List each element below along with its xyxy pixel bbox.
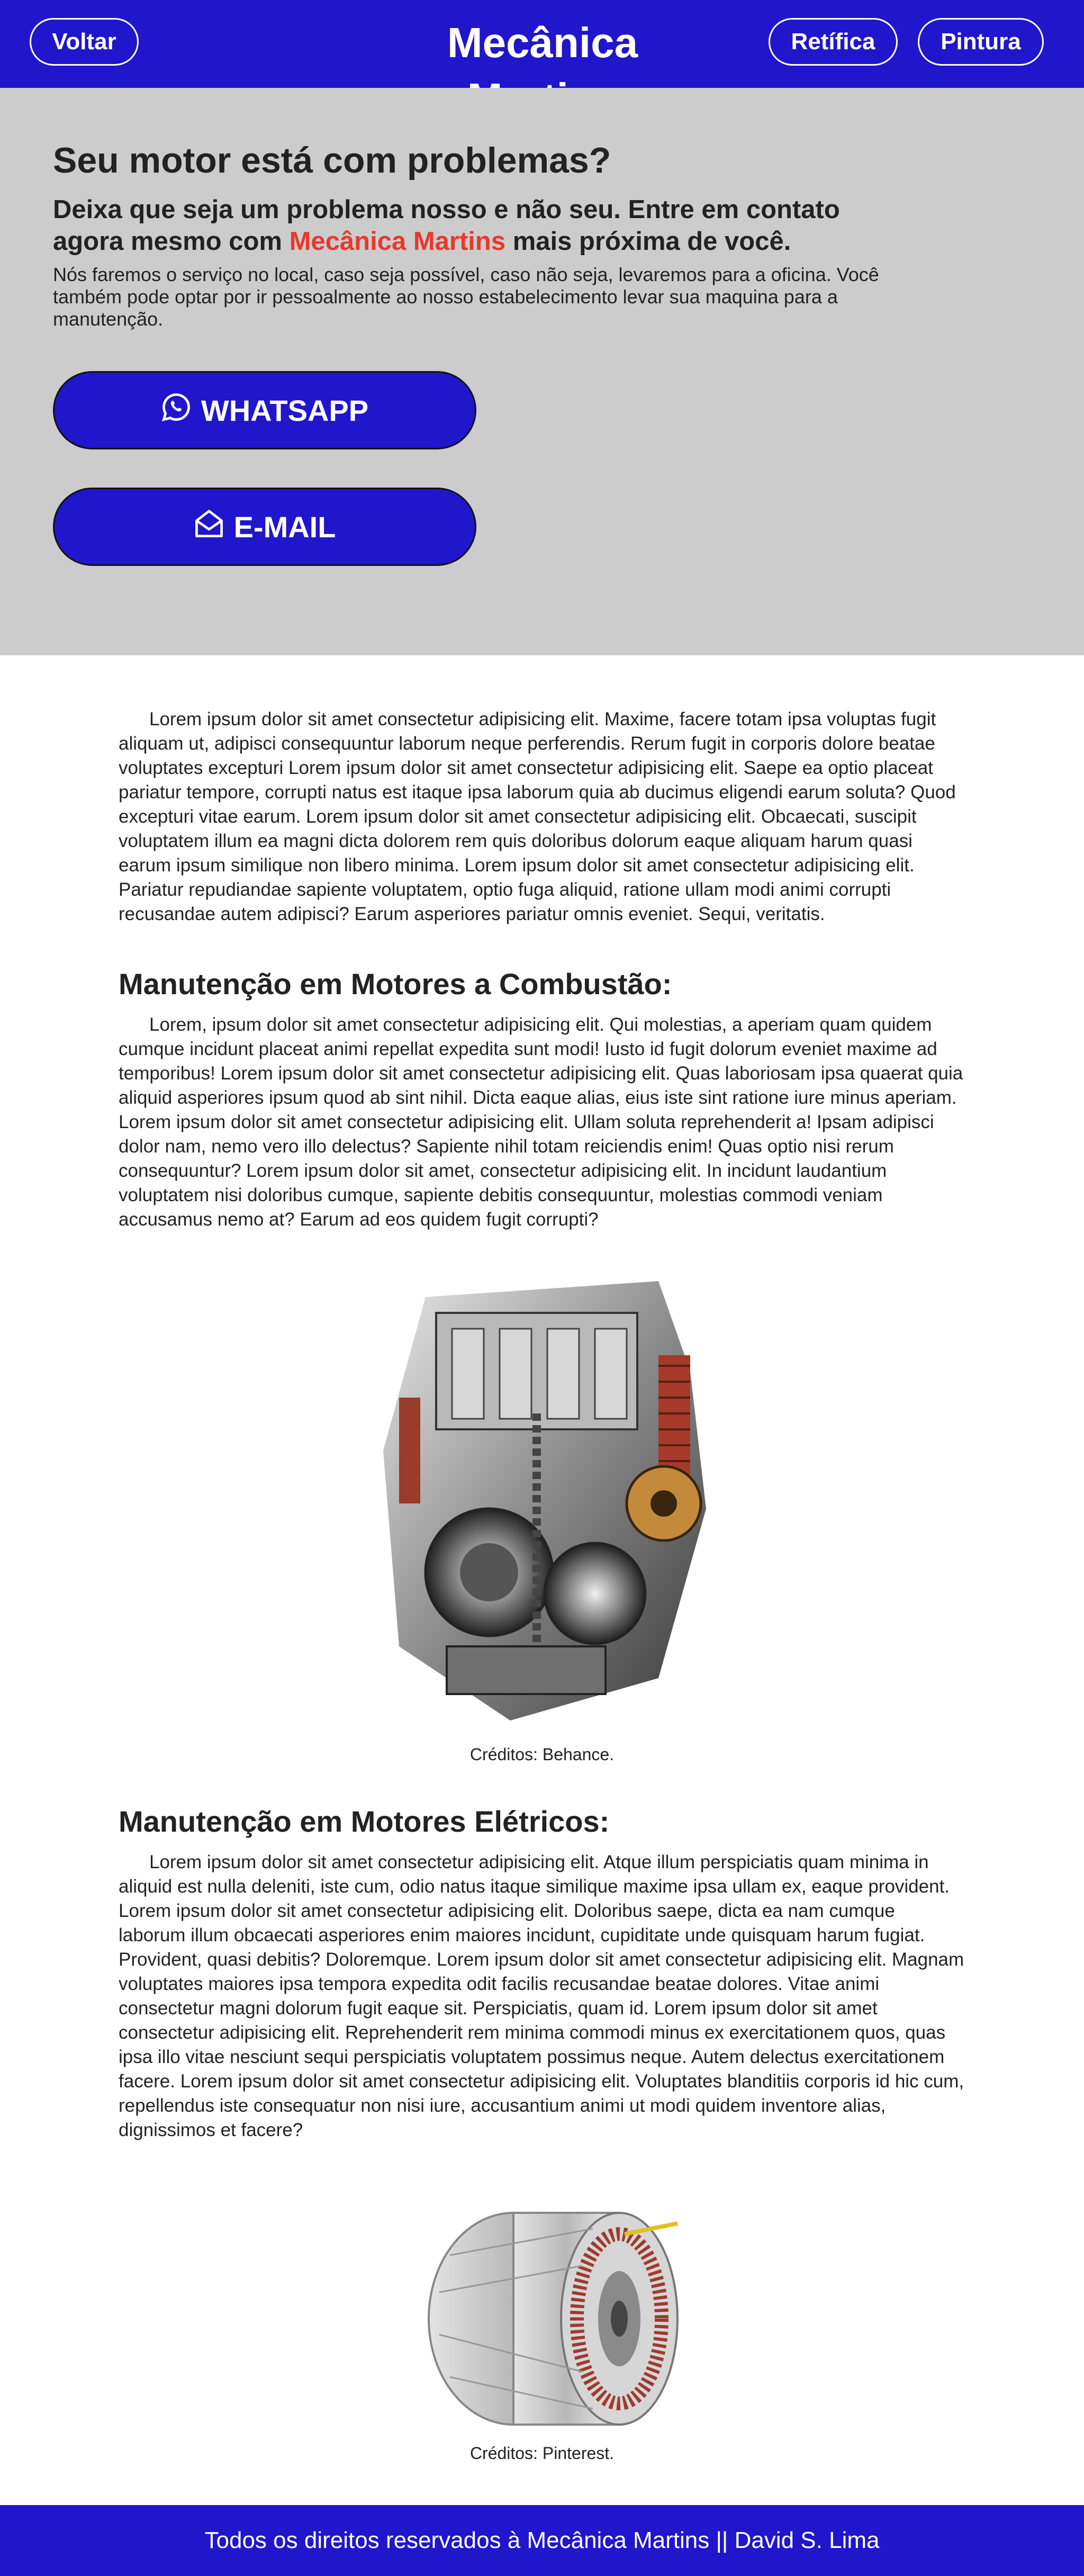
nav-pintura-button[interactable]: Pintura <box>918 18 1044 66</box>
intro-paragraph: Lorem ipsum dolor sit amet consectetur a… <box>119 709 956 924</box>
combustion-title: Manutenção em Motores a Combustão: <box>119 967 672 1001</box>
electric-title: Manutenção em Motores Elétricos: <box>119 1805 610 1838</box>
electric-paragraph: Lorem ipsum dolor sit amet consectetur a… <box>119 1852 964 2140</box>
envelope-open-icon <box>194 508 224 546</box>
combustion-paragraph: Lorem, ipsum dolor sit amet consectetur … <box>119 1014 963 1230</box>
footer-copyright: Todos os direitos reservados à Mecânica … <box>204 2527 880 2553</box>
email-button[interactable]: E-MAIL <box>53 488 476 566</box>
hero-subtitle-text-end: mais próxima de você. <box>505 227 791 256</box>
intro-section: Lorem ipsum dolor sit amet consectetur a… <box>119 707 965 926</box>
site-header: Voltar Mecânica Martins Retífica Pintura <box>0 0 1084 122</box>
electric-section: Manutenção em Motores Elétricos: Lorem i… <box>119 1804 965 2142</box>
hero-subtitle: Deixa que seja um problema nosso e não s… <box>53 194 900 257</box>
combustion-image-caption: Créditos: Behance. <box>469 1745 615 1764</box>
site-footer: Todos os direitos reservados à Mecânica … <box>0 2505 1084 2576</box>
hero-description: Nós faremos o serviço no local, caso sej… <box>53 264 879 330</box>
whatsapp-button[interactable]: WHATSAPP <box>53 371 476 449</box>
hero-section: Seu motor está com problemas? Deixa que … <box>0 88 1084 655</box>
combustion-engine-image <box>362 1276 727 1726</box>
electric-motor-image <box>392 2197 699 2440</box>
whatsapp-icon <box>161 392 192 429</box>
hero-title: Seu motor está com problemas? <box>53 140 611 181</box>
combustion-section: Manutenção em Motores a Combustão: Lorem… <box>119 967 965 1232</box>
back-button[interactable]: Voltar <box>30 18 139 66</box>
email-button-label: E-MAIL <box>233 510 336 544</box>
whatsapp-button-label: WHATSAPP <box>201 393 369 427</box>
hero-subtitle-brand: Mecânica Martins <box>289 227 506 256</box>
nav-retifica-button[interactable]: Retífica <box>769 18 898 66</box>
electric-image-caption: Créditos: Pinterest. <box>469 2444 615 2463</box>
